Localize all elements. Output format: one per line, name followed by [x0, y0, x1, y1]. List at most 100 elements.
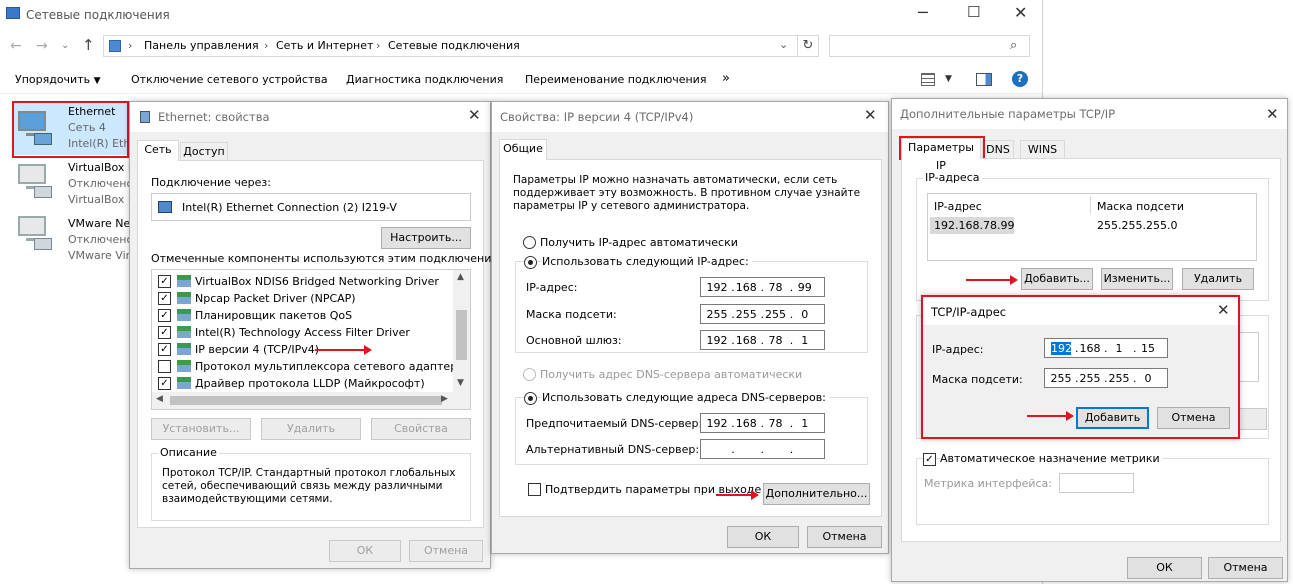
cancel-button[interactable]: Отмена [807, 526, 882, 548]
list-item-virtualbox[interactable]: VirtualBox H Отключено VirtualBox H [13, 158, 136, 208]
organize-button[interactable]: Упорядочить ▼ [15, 73, 101, 86]
ip-octet[interactable]: 1 [1107, 342, 1131, 355]
gateway-list[interactable] [1239, 332, 1259, 382]
component-row[interactable]: ✓ Intel(R) Technology Access Filter Drive… [152, 324, 452, 341]
ip-table[interactable]: IP-адрес Маска подсети 192.168.78.99 255… [927, 193, 1257, 261]
list-item-vmware[interactable]: VMware Ne Отключено VMware Vir [13, 210, 133, 262]
disable-device-button[interactable]: Отключение сетевого устройства [131, 73, 328, 86]
close-icon[interactable]: ✕ [1266, 107, 1279, 122]
ip-octet[interactable]: 168 [1078, 342, 1102, 355]
rename-button[interactable]: Переименование подключения [525, 73, 706, 86]
component-row[interactable]: Протокол мультиплексора сетевого адаптер… [152, 358, 470, 375]
validate-checkbox[interactable] [528, 483, 541, 496]
close-icon[interactable]: ✕ [864, 108, 877, 123]
manual-ip-radio[interactable] [524, 256, 537, 269]
ip-octet[interactable]: 255 [1107, 372, 1131, 385]
ip-octet[interactable]: 192 [705, 334, 729, 347]
scroll-left-icon[interactable]: ◀ [156, 394, 163, 404]
ip-octet[interactable]: 192 [1051, 342, 1072, 355]
component-row[interactable]: ✓ Планировщик пакетов QoS [152, 307, 452, 324]
tab-network[interactable]: Сеть [137, 140, 179, 161]
ip-octet[interactable]: 168 [734, 334, 758, 347]
component-checkbox[interactable]: ✓ [158, 377, 171, 390]
component-row[interactable]: ✓ Npcap Packet Driver (NPCAP) [152, 290, 452, 307]
more-commands-button[interactable]: » [722, 71, 730, 86]
scroll-up-icon[interactable]: ▲ [457, 272, 464, 282]
ip-octet[interactable]: 255 [705, 308, 729, 321]
ip-octet[interactable]: 255 [1049, 372, 1073, 385]
ip-octet[interactable]: 0 [1136, 372, 1160, 385]
ip-octet[interactable]: 15 [1136, 342, 1160, 355]
gateway-field[interactable]: 192. 168. 78. 1 [700, 330, 825, 350]
diagnose-button[interactable]: Диагностика подключения [346, 73, 503, 86]
forward-icon[interactable]: → [36, 38, 48, 54]
search-input[interactable]: ⌕ [829, 35, 1030, 57]
component-checkbox[interactable] [158, 360, 171, 373]
col-ip-header[interactable]: IP-адрес [934, 200, 982, 213]
ip-octet[interactable]: 78 [764, 281, 788, 294]
scroll-thumb[interactable] [456, 310, 467, 360]
address-bar[interactable]: › Панель управления › Сеть и Интернет › … [103, 35, 817, 57]
address-dropdown-icon[interactable]: ⌄ [779, 38, 788, 51]
add-ip-button[interactable]: Добавить... [1021, 268, 1093, 290]
remove-ip-button[interactable]: Удалить [1182, 268, 1254, 290]
ok-button[interactable]: ОК [1127, 557, 1202, 579]
tab-wins[interactable]: WINS [1020, 140, 1065, 159]
component-checkbox[interactable]: ✓ [158, 326, 171, 339]
view-options-icon[interactable] [921, 73, 935, 86]
scroll-thumb-h[interactable] [170, 396, 442, 405]
scroll-down-icon[interactable]: ▼ [457, 378, 464, 388]
horizontal-scrollbar[interactable]: ◀ ▶ [152, 392, 470, 409]
install-button[interactable]: Установить... [151, 418, 251, 440]
components-list[interactable]: ✓ VirtualBox NDIS6 Bridged Networking Dri… [151, 269, 471, 410]
tab-sharing[interactable]: Доступ [180, 142, 228, 161]
breadcrumb-0[interactable]: Панель управления [144, 39, 259, 52]
edit-ip-button[interactable]: Изменить... [1101, 268, 1173, 290]
close-icon[interactable]: ✕ [468, 108, 481, 123]
auto-metric-label[interactable]: Автоматическое назначение метрики [940, 452, 1163, 465]
ip-octet[interactable]: 255 [734, 308, 758, 321]
gateway-remove-button[interactable] [1239, 408, 1267, 430]
auto-metric-checkbox[interactable]: ✓ [923, 453, 936, 466]
scroll-right-icon[interactable]: ▶ [441, 394, 448, 404]
tab-general[interactable]: Общие [499, 139, 547, 160]
ip-address-field[interactable]: 192. 168. 78. 99 [700, 277, 825, 297]
component-row[interactable]: ✓ IP версии 4 (TCP/IPv4) [152, 341, 452, 358]
ip-octet[interactable]: 192 [705, 281, 729, 294]
manual-dns-label[interactable]: Использовать следующие адреса DNS-сервер… [542, 391, 829, 404]
configure-button[interactable]: Настроить... [381, 227, 471, 249]
auto-dns-label[interactable]: Получить адрес DNS-сервера автоматически [540, 368, 802, 381]
component-row[interactable]: ✓ VirtualBox NDIS6 Bridged Networking Dri… [152, 273, 452, 290]
view-dropdown-icon[interactable]: ▼ [945, 74, 952, 84]
breadcrumb-2[interactable]: Сетевые подключения [388, 39, 520, 52]
breadcrumb-1[interactable]: Сеть и Интернет [276, 39, 373, 52]
auto-ip-radio[interactable] [523, 236, 536, 249]
maximize-button[interactable]: ☐ [967, 3, 980, 21]
refresh-button[interactable]: ↻ [797, 35, 819, 57]
ip-octet[interactable]: 255 [764, 308, 788, 321]
remove-button[interactable]: Удалить [261, 418, 361, 440]
cancel-button[interactable]: Отмена [409, 540, 483, 562]
add-button[interactable]: Добавить [1076, 407, 1149, 429]
cancel-button[interactable]: Отмена [1157, 407, 1230, 429]
component-checkbox[interactable]: ✓ [158, 343, 171, 356]
ip-octet[interactable]: 168 [734, 417, 758, 430]
preferred-dns-field[interactable]: 192. 168. 78. 1 [700, 413, 825, 433]
minimize-button[interactable]: ─ [918, 3, 928, 22]
alternate-dns-field[interactable]: ... [700, 439, 825, 459]
auto-ip-label[interactable]: Получить IP-адрес автоматически [540, 236, 738, 249]
vertical-scrollbar[interactable]: ▲ ▼ [453, 270, 470, 392]
ip-octet[interactable]: 0 [793, 308, 817, 321]
ip-address-field[interactable]: 192. 168. 1. 15 [1044, 338, 1168, 358]
manual-ip-label[interactable]: Использовать следующий IP-адрес: [542, 255, 752, 268]
preview-pane-icon[interactable] [976, 73, 992, 86]
component-checkbox[interactable]: ✓ [158, 309, 171, 322]
close-icon[interactable]: ✕ [1217, 303, 1230, 318]
back-icon[interactable]: ← [10, 38, 22, 54]
component-checkbox[interactable]: ✓ [158, 275, 171, 288]
ip-octet[interactable]: 78 [764, 334, 788, 347]
up-icon[interactable]: ↑ [82, 36, 95, 54]
ip-octet[interactable]: 1 [793, 334, 817, 347]
ip-octet[interactable]: 255 [1078, 372, 1102, 385]
subnet-mask-field[interactable]: 255. 255. 255. 0 [1044, 368, 1168, 388]
